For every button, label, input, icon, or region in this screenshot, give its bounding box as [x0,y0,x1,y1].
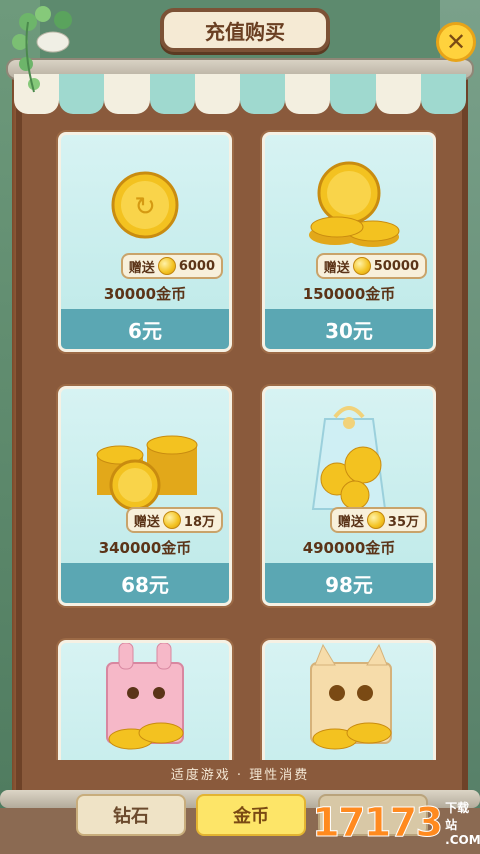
spending-notice: 适度游戏 · 理性消费 [170,768,310,783]
close-icon: ✕ [445,28,467,56]
watermark-number: 17173 [311,800,443,847]
site-watermark: 17173 下载站 .COM [311,792,480,854]
close-button[interactable]: ✕ [436,22,476,62]
cat-coin-box-icon [310,643,392,750]
watermark-site-label: 下载站 [445,801,470,832]
plant-decoration [12,6,72,93]
product-grid: ↻ 赠送 6000 30000金币 6元 赠送 50000 150000金币 3… [56,130,436,760]
coin-amount: 340000金币 [98,539,192,557]
gift-badge: 赠送 35万 [329,507,427,533]
bunny-coin-box-icon [106,643,184,750]
coin-amount: 150000金币 [302,285,396,303]
tab-gold[interactable]: 金币 [196,794,306,836]
coin-mini-icon [352,257,371,275]
product-card-6[interactable]: ↻ 赠送 6000 30000金币 6元 [58,132,232,352]
product-card-68[interactable]: 赠送 18万 340000金币 68元 [58,386,232,606]
product-card-30[interactable]: 赠送 50000 150000金币 30元 [262,132,436,352]
product-card-98[interactable]: 赠送 35万 490000金币 98元 [262,386,436,606]
page-title: 充值购买 [160,8,330,52]
price-button[interactable]: 30元 [265,309,433,349]
product-card-bunny[interactable] [58,640,232,760]
price-button[interactable]: 98元 [265,563,433,603]
coin-mini-icon [157,257,176,275]
gift-badge: 赠送 18万 [125,507,223,533]
coin-mini-icon [366,511,385,529]
gift-badge: 赠送 50000 [315,253,427,279]
tab-diamond[interactable]: 钻石 [76,794,186,836]
coin-mini-icon [162,511,181,529]
price-button[interactable]: 6元 [61,309,229,349]
svg-text:↻: ↻ [134,192,156,222]
price-button[interactable]: 68元 [61,563,229,603]
product-card-cat[interactable] [262,640,436,760]
watermark-domain: .COM [445,833,480,847]
coin-amount: 30000金币 [103,285,187,303]
gift-badge: 赠送 6000 [120,253,223,279]
coin-amount: 490000金币 [302,539,396,557]
